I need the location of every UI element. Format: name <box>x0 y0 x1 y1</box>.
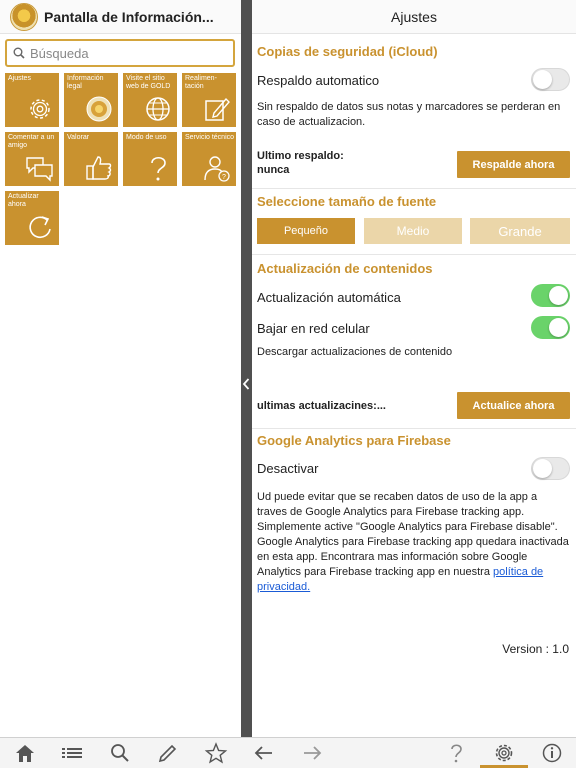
auto-update-label: Actualización automática <box>257 290 401 305</box>
tile-servicio-tecnico[interactable]: Servicio técnico ? <box>182 132 236 186</box>
tile-realimentacion[interactable]: Realimen-tación <box>182 73 236 127</box>
disable-analytics-label: Desactivar <box>257 461 319 476</box>
support-person-icon: ? <box>204 156 230 182</box>
font-large-button[interactable]: Grande <box>470 218 570 244</box>
globe-icon <box>146 97 170 121</box>
gear-icon <box>30 99 50 119</box>
back-arrow-icon[interactable] <box>252 742 276 764</box>
pencil-icon[interactable] <box>156 742 180 764</box>
help-icon[interactable] <box>444 742 468 764</box>
tile-label: Modo de uso <box>126 134 167 141</box>
tile-comentar-amigo[interactable]: Comentar a un amigo <box>5 132 59 186</box>
font-medium-button[interactable]: Medio <box>364 218 462 244</box>
backup-note: Sin respaldo de datos sus notas y marcad… <box>257 101 561 128</box>
forward-arrow-icon[interactable] <box>300 742 324 764</box>
question-icon <box>151 156 166 181</box>
star-icon[interactable] <box>204 742 228 764</box>
toggle-knob <box>533 459 552 478</box>
tile-actualizar-ahora[interactable]: Actualizar ahora <box>5 191 59 245</box>
split-divider[interactable] <box>241 0 252 737</box>
edit-icon <box>205 97 230 121</box>
tile-modo-uso[interactable]: Modo de uso <box>123 132 177 186</box>
settings-icon[interactable] <box>492 742 516 764</box>
divider-line <box>252 188 576 189</box>
search-icon[interactable] <box>108 742 132 764</box>
left-pane: Pantalla de Información... Ajustes Infor… <box>0 0 241 737</box>
backup-now-button[interactable]: Respalde ahora <box>457 151 570 178</box>
cellular-toggle[interactable] <box>531 316 570 339</box>
analytics-text-body: Ud puede evitar que se recaben datos de … <box>257 491 569 578</box>
download-updates-label: Descargar actualizaciones de contenido <box>257 346 453 358</box>
thumbs-up-icon <box>86 156 112 180</box>
tile-valorar[interactable]: Valorar <box>64 132 118 186</box>
home-icon[interactable] <box>13 742 37 764</box>
auto-backup-toggle[interactable] <box>531 68 570 91</box>
analytics-heading: Google Analytics para Firebase <box>257 433 451 448</box>
refresh-icon <box>29 216 51 239</box>
cellular-label: Bajar en red celular <box>257 321 370 336</box>
font-small-button[interactable]: Pequeño <box>257 218 355 244</box>
divider-line <box>252 428 576 429</box>
search-input[interactable] <box>30 45 220 61</box>
info-icon[interactable] <box>540 742 564 764</box>
updates-heading: Actualización de contenidos <box>257 261 433 276</box>
tile-label: Valorar <box>67 134 90 141</box>
settings-title: Ajustes <box>252 0 576 34</box>
auto-update-toggle[interactable] <box>531 284 570 307</box>
search-box[interactable] <box>5 39 235 67</box>
list-icon[interactable] <box>60 742 84 764</box>
chevron-left-icon[interactable] <box>241 376 252 392</box>
left-header: Pantalla de Información... <box>0 0 241 34</box>
tile-ajustes[interactable]: Ajustes <box>5 73 59 127</box>
version-label: Version : 1.0 <box>502 642 569 656</box>
analytics-text: Ud puede evitar que se recaben datos de … <box>257 490 569 595</box>
tile-label: Información legal <box>67 75 104 90</box>
update-now-button[interactable]: Actualice ahora <box>457 392 570 419</box>
tile-visite-gold[interactable]: Visite el sitio web de GOLD <box>123 73 177 127</box>
font-size-heading: Seleccione tamaño de fuente <box>257 194 437 209</box>
toggle-knob <box>549 286 568 305</box>
tile-label: Realimen-tación <box>185 75 217 90</box>
chat-icon <box>26 157 53 182</box>
tile-label: Actualizar ahora <box>8 193 39 208</box>
auto-backup-label: Respaldo automatico <box>257 73 380 88</box>
left-title: Pantalla de Información... <box>44 8 214 25</box>
tile-label: Visite el sitio web de GOLD <box>126 75 171 90</box>
gold-logo <box>10 2 38 31</box>
tile-label: Comentar a un amigo <box>8 134 55 149</box>
tile-label: Ajustes <box>8 75 31 82</box>
svg-text:?: ? <box>222 174 226 181</box>
bottom-toolbar <box>0 737 576 768</box>
backup-heading: Copias de seguridad (iCloud) <box>257 44 438 59</box>
divider-line <box>252 254 576 255</box>
toggle-knob <box>549 318 568 337</box>
tile-informacion-legal[interactable]: Información legal <box>64 73 118 127</box>
toggle-knob <box>533 70 552 89</box>
seal-icon <box>86 96 112 122</box>
search-icon <box>13 47 25 59</box>
tile-label: Servicio técnico <box>185 134 235 141</box>
disable-analytics-toggle[interactable] <box>531 457 570 480</box>
settings-pane: Ajustes Copias de seguridad (iCloud) Res… <box>252 0 576 737</box>
